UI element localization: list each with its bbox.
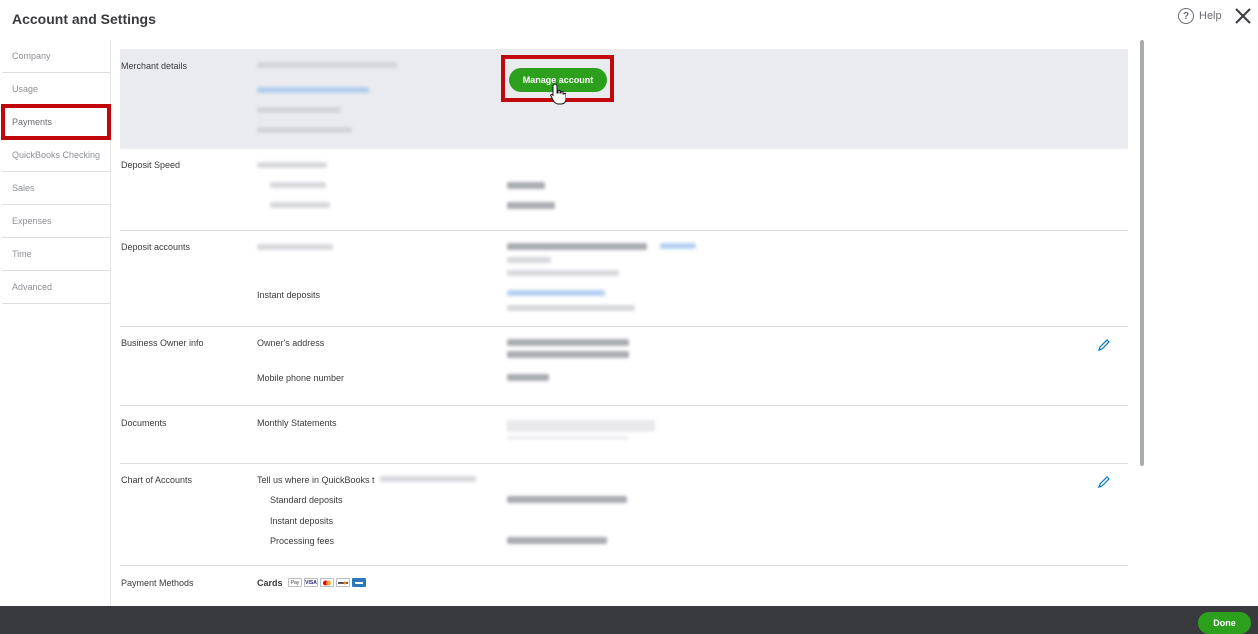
- payment-methods-section: Payment Methods Cards Pay VISA: [120, 566, 1128, 606]
- apple-pay-icon: Pay: [288, 578, 302, 587]
- redacted-value: [507, 182, 545, 189]
- edit-pencil-icon[interactable]: [1097, 338, 1111, 352]
- redacted-value: [507, 537, 607, 544]
- redacted-link: [660, 243, 696, 249]
- payments-highlight-box: [1, 104, 111, 140]
- redacted-text: [507, 305, 635, 311]
- sidebar-item-advanced[interactable]: Advanced: [2, 271, 110, 304]
- done-button[interactable]: Done: [1198, 612, 1251, 634]
- redacted-value: [507, 339, 629, 346]
- sidebar-item-expenses[interactable]: Expenses: [2, 205, 110, 238]
- instant-deposits-label: Instant deposits: [257, 290, 321, 300]
- redacted-value: [507, 374, 549, 381]
- redacted-text: [257, 62, 397, 68]
- monthly-statements-label: Monthly Statements: [257, 418, 337, 428]
- sidebar-item-usage[interactable]: Usage: [2, 73, 110, 106]
- help-icon: ?: [1178, 8, 1194, 24]
- instant-deposits-label: Instant deposits: [270, 516, 334, 526]
- redacted-text: [257, 107, 341, 113]
- redacted-link: [257, 87, 369, 93]
- business-owner-section: Business Owner info Owner's address Mobi…: [120, 327, 1128, 406]
- redacted-text: [270, 202, 330, 208]
- sidebar-item-company[interactable]: Company: [2, 40, 110, 73]
- amex-icon: [352, 578, 366, 587]
- visa-icon: VISA: [304, 578, 318, 587]
- sidebar-item-quickbooks-checking[interactable]: QuickBooks Checking: [2, 139, 110, 172]
- cards-label: Cards: [257, 578, 283, 588]
- redacted-text: [257, 162, 327, 168]
- sidebar-item-time[interactable]: Time: [2, 238, 110, 271]
- merchant-details-label: Merchant details: [121, 61, 188, 71]
- processing-fees-label: Processing fees: [270, 536, 335, 546]
- owners-address-label: Owner's address: [257, 338, 325, 348]
- help-label: Help: [1199, 10, 1222, 22]
- edit-pencil-icon[interactable]: [1097, 475, 1111, 489]
- footer-bar: [0, 606, 1258, 634]
- chart-of-accounts-label: Chart of Accounts: [121, 475, 193, 485]
- page-title: Account and Settings: [12, 11, 156, 27]
- deposit-speed-section: Deposit Speed: [120, 149, 1128, 231]
- mobile-phone-label: Mobile phone number: [257, 373, 345, 383]
- payments-settings-panel: Merchant details Manage account Deposit …: [120, 40, 1128, 606]
- payment-methods-label: Payment Methods: [121, 578, 194, 588]
- mastercard-icon: [320, 578, 334, 587]
- deposit-accounts-section: Deposit accounts Instant deposits: [120, 231, 1128, 327]
- redacted-link: [507, 290, 605, 296]
- documents-section: Documents Monthly Statements: [120, 406, 1128, 464]
- redacted-text: [507, 436, 629, 440]
- redacted-value: [507, 496, 627, 503]
- card-brand-icons: Pay VISA: [288, 578, 366, 587]
- documents-label: Documents: [121, 418, 167, 428]
- chart-of-accounts-intro: Tell us where in QuickBooks t: [257, 475, 375, 485]
- chart-of-accounts-section: Chart of Accounts Tell us where in Quick…: [120, 464, 1128, 566]
- deposit-accounts-label: Deposit accounts: [121, 242, 191, 252]
- vertical-scrollbar[interactable]: [1140, 40, 1144, 466]
- redacted-text: [380, 476, 476, 482]
- help-button[interactable]: ? Help: [1178, 8, 1222, 24]
- redacted-text: [257, 127, 352, 133]
- redacted-statement-selector: [507, 420, 655, 432]
- redacted-value: [507, 243, 647, 250]
- redacted-text: [270, 182, 326, 188]
- standard-deposits-label: Standard deposits: [270, 495, 343, 505]
- redacted-value: [507, 351, 629, 358]
- redacted-text: [507, 257, 551, 263]
- business-owner-label: Business Owner info: [121, 338, 204, 348]
- discover-icon: [336, 578, 350, 587]
- deposit-speed-label: Deposit Speed: [121, 160, 181, 170]
- redacted-text: [507, 270, 619, 276]
- redacted-text: [257, 244, 333, 250]
- hand-cursor-icon: [550, 83, 566, 105]
- sidebar-item-sales[interactable]: Sales: [2, 172, 110, 205]
- close-icon[interactable]: [1233, 6, 1253, 26]
- merchant-details-section: Merchant details Manage account: [120, 49, 1128, 149]
- redacted-value: [507, 202, 555, 209]
- title-bar: Account and Settings ? Help: [0, 0, 1258, 40]
